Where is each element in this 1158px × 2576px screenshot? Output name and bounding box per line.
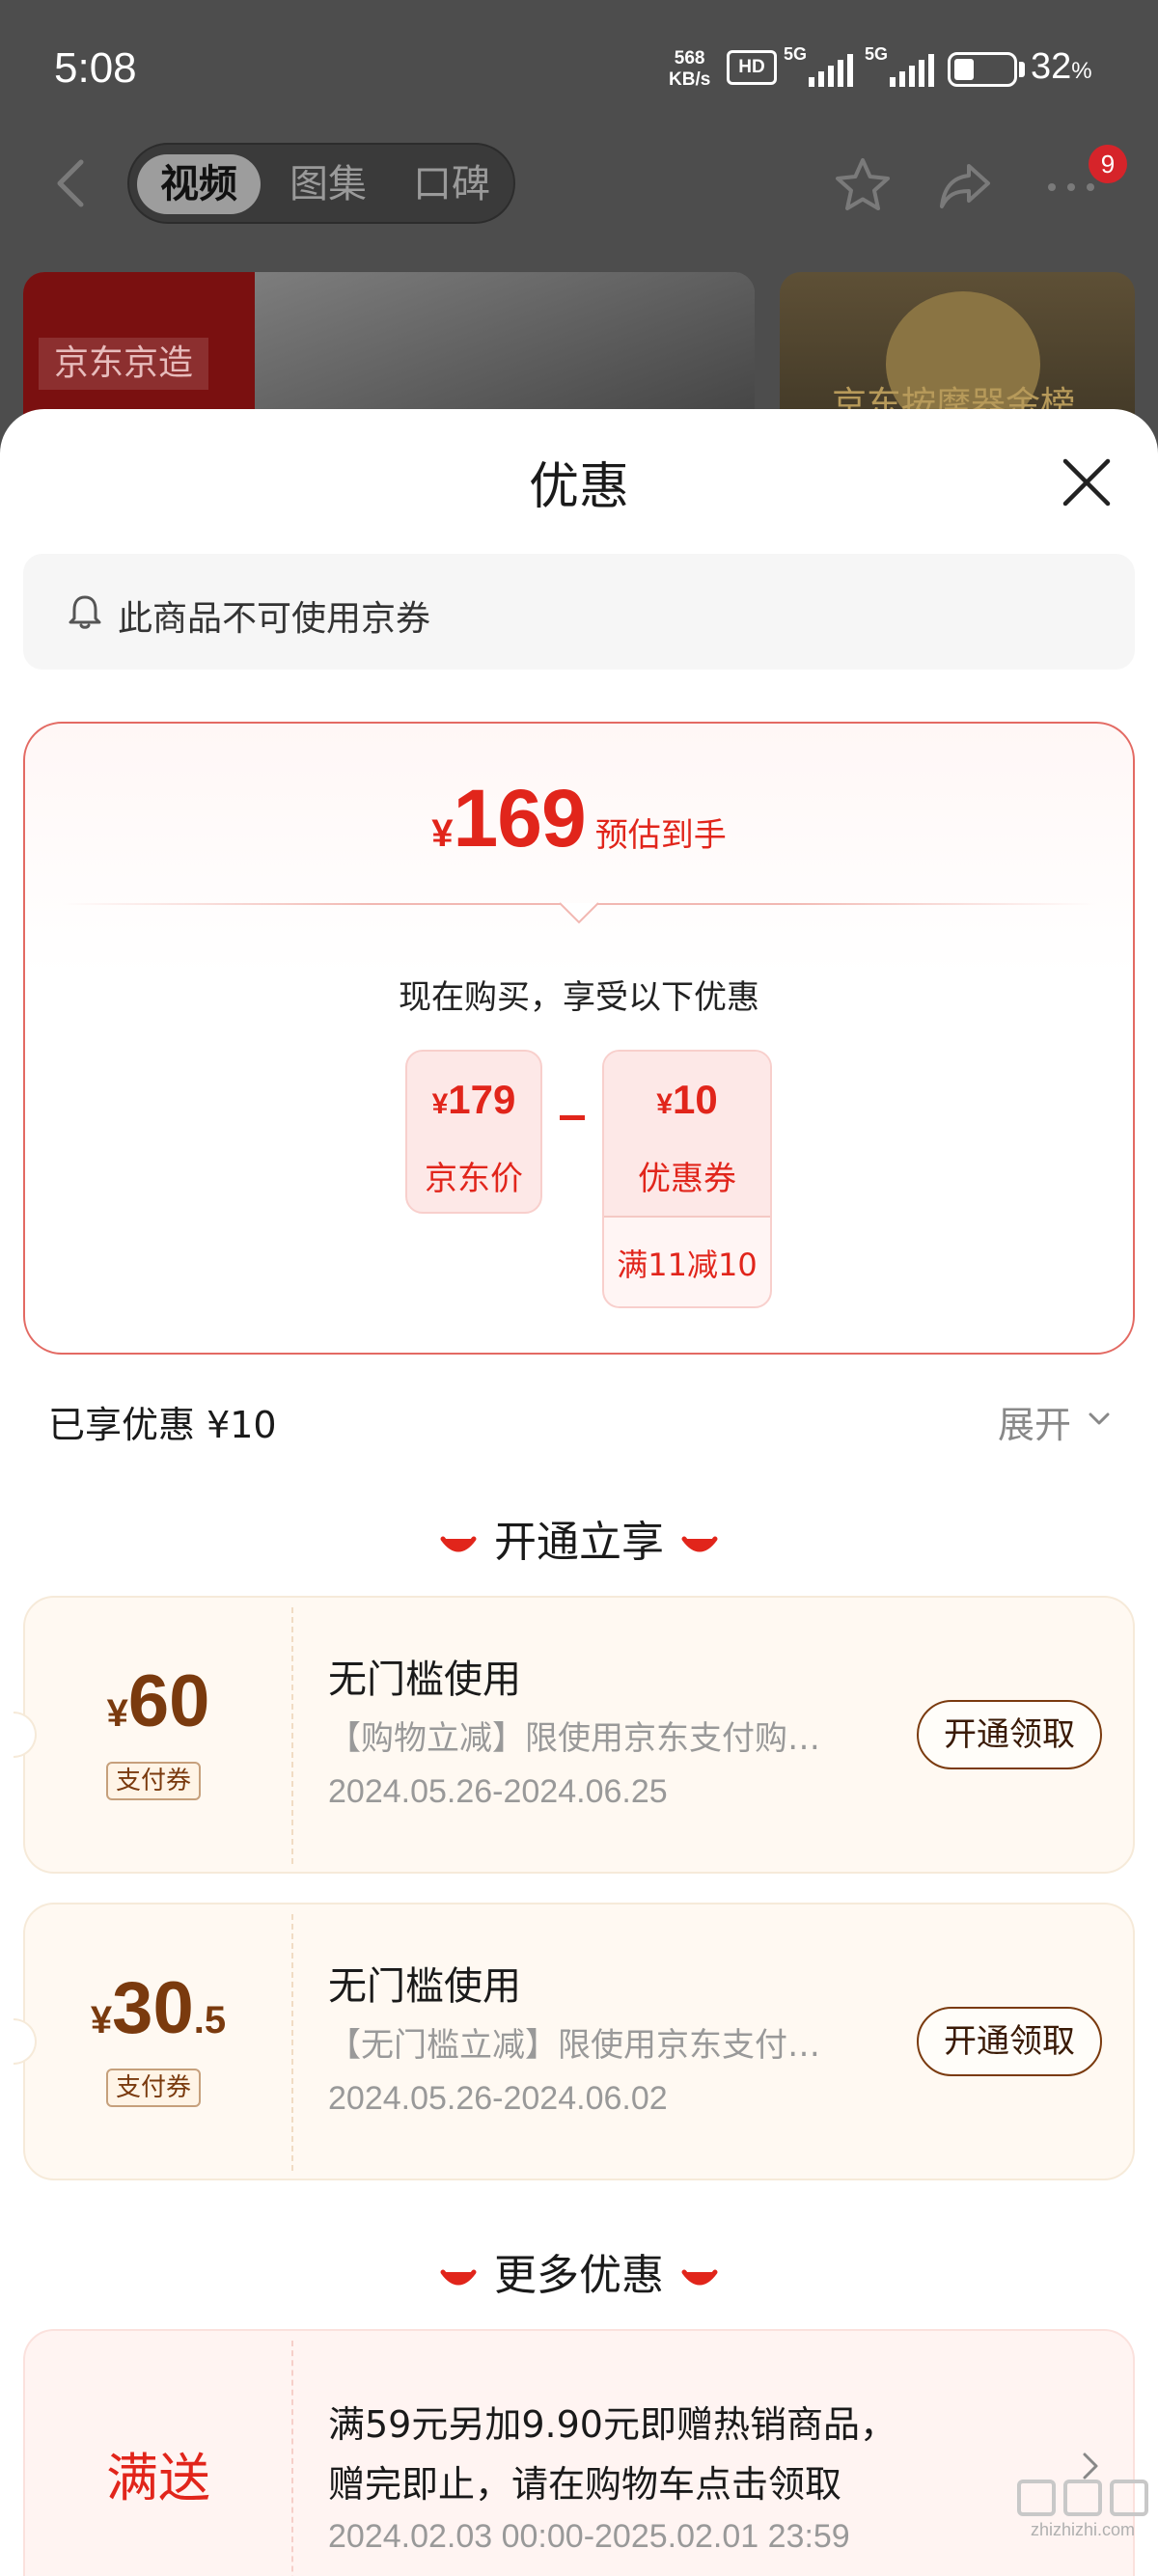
- notice-text: 此商品不可使用京券: [118, 599, 431, 639]
- coupon-type-badge: 支付券: [106, 2069, 202, 2107]
- section-more-title: 更多优惠: [0, 2240, 1158, 2302]
- tab-gallery[interactable]: 图集: [268, 154, 388, 214]
- coupon-type-badge: 支付券: [106, 1762, 202, 1800]
- section-open-title: 开通立享: [0, 1507, 1158, 1569]
- coupon-value: 10: [672, 1077, 718, 1122]
- jd-price-label: 京东价: [425, 1160, 523, 1198]
- section-more-text: 更多优惠: [494, 2251, 664, 2300]
- coupon-label: 优惠券: [638, 1160, 736, 1198]
- divider-notch: [559, 902, 599, 924]
- hd-badge: HD: [727, 50, 777, 85]
- back-arrow-icon[interactable]: [48, 154, 96, 212]
- coupon-title: 无门槛使用: [328, 1658, 521, 1702]
- coupon-desc: 【无门槛立减】限使用京东支付…: [328, 2026, 820, 2065]
- promo-date: 2024.02.03 00:00-2025.02.01 23:59: [328, 2518, 850, 2555]
- activate-claim-button[interactable]: 开通领取: [917, 2007, 1102, 2076]
- activate-claim-button[interactable]: 开通领取: [917, 1700, 1102, 1769]
- coupon-date: 2024.05.26-2024.06.25: [328, 1773, 668, 1810]
- sheet-title: 优惠: [528, 458, 629, 516]
- coupon-currency: ¥: [656, 1088, 673, 1120]
- coupon-card: ¥30.5 支付券 无门槛使用 【无门槛立减】限使用京东支付… 2024.05.…: [14, 1903, 1135, 2180]
- price-currency: ¥: [431, 1088, 449, 1120]
- net-speed: 568 KB/s: [669, 48, 710, 91]
- smile-icon: [440, 1536, 477, 1552]
- expand-button[interactable]: 展开: [998, 1395, 1071, 1448]
- section-open-text: 开通立享: [494, 1518, 664, 1567]
- close-icon[interactable]: [1058, 453, 1116, 511]
- coupon-title: 无门槛使用: [328, 1964, 521, 2009]
- star-icon[interactable]: [832, 154, 894, 216]
- promo-tag: 满送: [106, 2448, 210, 2508]
- battery-cap: [1019, 62, 1025, 77]
- status-time: 5:08: [54, 44, 137, 92]
- status-bar: 5:08 568 KB/s HD 5G 5G 32%: [0, 0, 1158, 135]
- tab-reviews[interactable]: 口碑: [392, 154, 511, 214]
- watermark-logo: [1017, 2480, 1148, 2516]
- coupon-date: 2024.05.26-2024.06.02: [328, 2080, 668, 2117]
- watermark-text: zhizhizhi.com: [1030, 2520, 1136, 2539]
- jd-price-value: 179: [448, 1077, 516, 1122]
- battery-percent: 32%: [1031, 46, 1092, 87]
- estimated-price: ¥169 预估到手: [0, 772, 1158, 865]
- coupon-desc: 【购物立减】限使用京东支付购…: [328, 1719, 820, 1758]
- coupon-card: ¥60 支付券 无门槛使用 【购物立减】限使用京东支付购… 2024.05.26…: [14, 1596, 1135, 1874]
- thumbnail-tag: 京东京造: [39, 338, 209, 390]
- signal-icon: 5G: [784, 44, 855, 91]
- smile-icon: [681, 2269, 718, 2286]
- smile-icon: [681, 1536, 718, 1552]
- coupon-deduction-card: ¥10 优惠券 满11减10: [602, 1050, 772, 1308]
- signal-icon-2: 5G: [865, 44, 936, 91]
- share-icon[interactable]: [934, 154, 996, 216]
- coupon-amount: ¥60: [106, 1660, 210, 1742]
- coupon-amount: ¥30.5: [90, 1967, 227, 2049]
- signal-label: 5G: [784, 44, 808, 64]
- media-tabs: 视频 图集 口碑: [127, 143, 515, 224]
- enjoyed-discount: 已享优惠 ¥10: [48, 1404, 277, 1446]
- signal-label-2: 5G: [865, 44, 889, 64]
- chevron-down-icon[interactable]: [1085, 1405, 1114, 1434]
- promo-card[interactable]: 满送 满59元另加9.90元即赠热销商品， 赠完即止，请在购物车点击领取 202…: [23, 2329, 1135, 2576]
- net-speed-value: 568: [674, 48, 705, 69]
- tab-video[interactable]: 视频: [137, 154, 261, 214]
- smile-icon: [440, 2269, 477, 2286]
- currency-symbol: ¥: [431, 812, 454, 855]
- final-price-value: 169: [453, 773, 587, 863]
- bell-icon: [69, 595, 101, 629]
- minus-sign: [560, 1115, 585, 1120]
- promo-line-2: 赠完即止，请在购物车点击领取: [328, 2463, 842, 2506]
- jd-price-card: ¥179 京东价: [405, 1050, 542, 1214]
- buy-benefit-text: 现在购买，享受以下优惠: [399, 978, 759, 1017]
- net-speed-unit: KB/s: [669, 69, 711, 90]
- coupon-condition: 满11减10: [617, 1247, 758, 1283]
- final-price-label: 预估到手: [594, 816, 727, 855]
- promo-line-1: 满59元另加9.90元即赠热销商品，: [328, 2403, 896, 2446]
- battery-icon: [948, 52, 1017, 87]
- more-badge: 9: [1089, 145, 1127, 183]
